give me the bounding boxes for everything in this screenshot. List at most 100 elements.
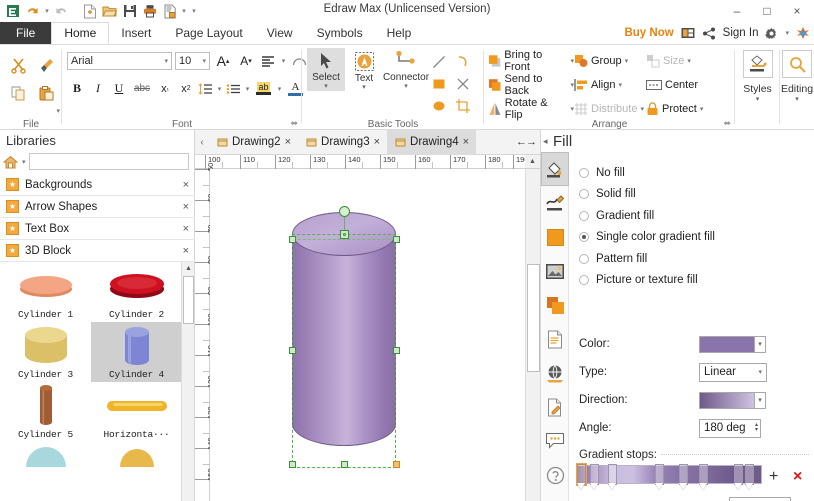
add-gradient-stop-button[interactable]: + bbox=[769, 468, 778, 486]
layer-icon[interactable] bbox=[541, 288, 569, 322]
settings-dropdown-icon[interactable]: ▾ bbox=[785, 29, 789, 37]
line-spacing-dropdown[interactable]: ▾ bbox=[215, 79, 224, 98]
gradient-stop-2[interactable] bbox=[608, 464, 617, 485]
close-button[interactable]: × bbox=[782, 1, 812, 21]
panel-collapse-icon[interactable]: ◂ bbox=[543, 136, 548, 147]
grow-font-button[interactable]: A ▴ bbox=[213, 51, 233, 70]
shape-item-cylinder-4[interactable]: Cylinder 4 bbox=[91, 322, 182, 382]
shape-item-dome-2[interactable] bbox=[91, 442, 182, 472]
document-tab-drawing3[interactable]: Drawing3 × bbox=[298, 130, 387, 155]
send-to-back-button[interactable]: Send to Back ▾ bbox=[488, 73, 574, 97]
font-dialog-launcher[interactable]: ⬌ bbox=[290, 118, 298, 129]
chevron-down-icon[interactable]: ▾ bbox=[625, 57, 629, 65]
shape-item-cylinder-5[interactable]: Cylinder 5 bbox=[0, 382, 91, 442]
home-dropdown-icon[interactable]: ▾ bbox=[22, 158, 26, 166]
delete-gradient-stop-button[interactable]: × bbox=[793, 468, 802, 486]
handle-bottom-left[interactable] bbox=[289, 461, 296, 468]
align-button[interactable]: Align ▾ bbox=[574, 73, 646, 97]
protect-button[interactable]: Protect ▾ bbox=[646, 97, 726, 121]
format-painter-button[interactable] bbox=[31, 51, 61, 79]
align-dropdown[interactable]: ▾ bbox=[279, 51, 288, 70]
bullets-button[interactable] bbox=[225, 79, 242, 98]
center-handle[interactable] bbox=[340, 230, 349, 239]
radio-button[interactable] bbox=[579, 232, 589, 243]
angle-down-icon[interactable]: ▾ bbox=[755, 427, 758, 433]
fill-option-no-fill[interactable]: No fill bbox=[579, 162, 715, 184]
close-icon[interactable]: × bbox=[463, 136, 469, 148]
highlight-dropdown[interactable]: ▾ bbox=[275, 79, 284, 98]
center-button[interactable]: Center bbox=[646, 73, 726, 97]
rectangle-shape-tool[interactable] bbox=[427, 73, 451, 95]
document-icon[interactable] bbox=[541, 322, 569, 356]
shrink-font-button[interactable]: A ▾ bbox=[236, 51, 256, 70]
fill-option-gradient-fill[interactable]: Gradient fill bbox=[579, 205, 715, 227]
arrange-dialog-launcher[interactable]: ⬌ bbox=[723, 118, 731, 129]
gradient-stop-6[interactable] bbox=[734, 464, 743, 485]
help-icon[interactable] bbox=[541, 458, 569, 492]
picture-icon[interactable] bbox=[541, 254, 569, 288]
line-shape-tool[interactable] bbox=[427, 51, 451, 73]
fill-option-solid-fill[interactable]: Solid fill bbox=[579, 184, 715, 206]
direction-preview[interactable] bbox=[699, 391, 755, 409]
text-tool-caret[interactable]: ▾ bbox=[362, 84, 366, 91]
library-search-input[interactable] bbox=[28, 153, 189, 170]
stop-position-spinner[interactable]: 0 % ▴ ▾ bbox=[729, 497, 791, 501]
text-tool[interactable]: Text ▾ bbox=[345, 48, 383, 91]
distribute-button[interactable]: Distribute ▾ bbox=[574, 97, 646, 121]
shape-tray-scrollbar[interactable]: ▲ bbox=[181, 262, 194, 501]
radio-button[interactable] bbox=[579, 210, 589, 221]
shadow-square-icon[interactable] bbox=[541, 220, 569, 254]
ribbon-tab-page-layout[interactable]: Page Layout bbox=[163, 22, 254, 44]
close-icon[interactable]: × bbox=[285, 136, 291, 148]
chevron-down-icon[interactable]: ▾ bbox=[687, 57, 691, 65]
scrollbar-thumb[interactable] bbox=[527, 264, 540, 372]
align-text-button[interactable] bbox=[259, 51, 276, 70]
buy-now-link[interactable]: Buy Now bbox=[624, 27, 673, 39]
bold-button[interactable]: B bbox=[67, 79, 87, 98]
ruler-corner-button[interactable]: ▲ bbox=[525, 155, 540, 169]
close-icon[interactable]: × bbox=[374, 136, 380, 148]
highlight-color-button[interactable]: ab bbox=[253, 79, 274, 98]
copy-button[interactable] bbox=[5, 79, 31, 107]
fill-option-picture-or-texture-fill[interactable]: Picture or texture fill bbox=[579, 270, 715, 292]
ellipse-shape-tool[interactable] bbox=[427, 95, 451, 117]
color-swatch[interactable] bbox=[699, 335, 755, 353]
presentation-icon[interactable] bbox=[681, 27, 695, 40]
ribbon-tab-insert[interactable]: Insert bbox=[109, 22, 163, 44]
cut-button[interactable] bbox=[5, 51, 31, 79]
paste-button[interactable] bbox=[31, 79, 61, 107]
document-tab-drawing4[interactable]: Drawing4 × bbox=[387, 129, 477, 155]
radio-button[interactable] bbox=[579, 167, 589, 178]
library-item-text-box[interactable]: ★ Text Box × bbox=[0, 218, 195, 240]
scrollbar-thumb[interactable] bbox=[183, 276, 194, 324]
radio-button[interactable] bbox=[579, 189, 589, 200]
gradient-stop-1[interactable] bbox=[590, 464, 599, 485]
chevron-down-icon[interactable]: ▾ bbox=[700, 105, 704, 113]
shape-item-cylinder-1[interactable]: Cylinder 1 bbox=[0, 262, 91, 322]
shape-item-horizontal[interactable]: Horizonta··· bbox=[91, 382, 182, 442]
line-pen-icon[interactable] bbox=[541, 186, 569, 220]
gradient-stop-5[interactable] bbox=[699, 464, 708, 485]
fill-option-pattern-fill[interactable]: Pattern fill bbox=[579, 248, 715, 270]
close-icon[interactable]: × bbox=[183, 223, 189, 235]
arc-shape-tool[interactable] bbox=[451, 51, 475, 73]
chevron-down-icon[interactable]: ▾ bbox=[640, 105, 644, 113]
select-tool-caret[interactable]: ▾ bbox=[324, 83, 328, 90]
bullets-dropdown[interactable]: ▾ bbox=[243, 79, 252, 98]
underline-button[interactable]: U bbox=[109, 79, 129, 98]
vertical-ruler[interactable]: 50 60 70 80 90 100 110 120 130 140 150 bbox=[195, 163, 215, 501]
handle-mid-left[interactable] bbox=[289, 347, 296, 354]
handle-bottom-center[interactable] bbox=[341, 461, 348, 468]
document-tab-drawing2[interactable]: Drawing2 × bbox=[209, 130, 298, 155]
shape-item-cylinder-3[interactable]: Cylinder 3 bbox=[0, 322, 91, 382]
gradient-stop-0[interactable] bbox=[577, 464, 586, 485]
close-icon[interactable]: × bbox=[183, 179, 189, 191]
angle-spinner[interactable]: 180 deg ▴ ▾ bbox=[699, 418, 761, 438]
handle-mid-right[interactable] bbox=[393, 347, 400, 354]
bring-to-front-button[interactable]: Bring to Front ▾ bbox=[488, 49, 574, 73]
color-dropdown-icon[interactable]: ▾ bbox=[755, 335, 766, 353]
fill-option-single-color-gradient-fill[interactable]: Single color gradient fill bbox=[579, 227, 715, 249]
comment-icon[interactable] bbox=[541, 424, 569, 458]
maximize-button[interactable]: □ bbox=[752, 1, 782, 21]
ribbon-tab-home[interactable]: Home bbox=[51, 22, 110, 44]
